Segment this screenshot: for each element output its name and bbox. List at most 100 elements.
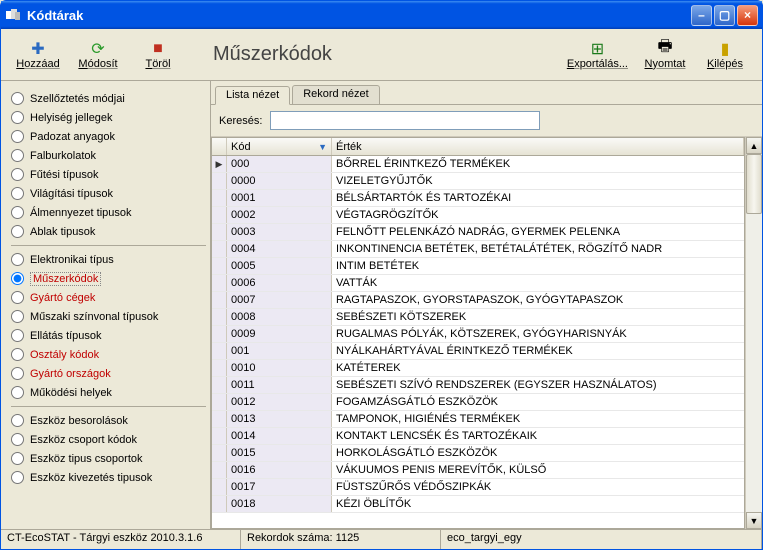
radio-input[interactable] [11,187,24,200]
column-header-kod[interactable]: Kód ▼ [227,138,332,155]
cell-kod: 0016 [227,462,332,478]
table-row[interactable]: 0011SEBÉSZETI SZÍVÓ RENDSZEREK (EGYSZER … [212,377,744,394]
maximize-button[interactable]: ▢ [714,5,735,26]
radio-input[interactable] [11,310,24,323]
radio-input[interactable] [11,348,24,361]
table-row[interactable]: 0000VIZELETGYŰJTŐK [212,173,744,190]
table-row[interactable]: 0001BÉLSÁRTARTÓK ÉS TARTOZÉKAI [212,190,744,207]
scroll-track[interactable] [746,154,762,512]
sidebar-item[interactable]: Világítási típusok [11,184,206,203]
sidebar-item[interactable]: Működési helyek [11,383,206,402]
table-row[interactable]: 0002VÉGTAGRÖGZÍTŐK [212,207,744,224]
radio-input[interactable] [11,149,24,162]
search-label: Keresés: [219,115,262,127]
tabs: Lista nézet Rekord nézet [211,81,762,105]
modify-button[interactable]: ⟳ Módosít [75,40,121,70]
export-button[interactable]: ⊞ Exportálás... [567,40,628,70]
cell-ertek: BÉLSÁRTARTÓK ÉS TARTOZÉKAI [332,190,744,206]
radio-input[interactable] [11,92,24,105]
status-app: CT-EcoSTAT - Tárgyi eszköz 2010.3.1.6 [1,530,241,549]
close-button[interactable]: × [737,5,758,26]
row-indicator [212,428,227,444]
table-row[interactable]: 0016VÁKUUMOS PENIS MEREVÍTŐK, KÜLSŐ [212,462,744,479]
sidebar-item-label: Eszköz csoport kódok [30,434,137,446]
add-button[interactable]: ✚ Hozzáad [15,40,61,70]
tab-list-view[interactable]: Lista nézet [215,86,290,105]
cell-kod: 0003 [227,224,332,240]
sidebar-item[interactable]: Eszköz kivezetés tipusok [11,468,206,487]
toolbar: ✚ Hozzáad ⟳ Módosít ■ Töröl Műszerkódok … [1,29,762,81]
tab-record-view[interactable]: Rekord nézet [292,85,379,104]
sidebar-item[interactable]: Falburkolatok [11,146,206,165]
delete-button[interactable]: ■ Töröl [135,40,181,70]
sidebar-item[interactable]: Fűtési típusok [11,165,206,184]
table-row[interactable]: 0010KATÉTEREK [212,360,744,377]
row-indicator [212,224,227,240]
cell-ertek: KATÉTEREK [332,360,744,376]
vertical-scrollbar[interactable]: ▲ ▼ [745,137,762,529]
cell-kod: 0004 [227,241,332,257]
radio-input[interactable] [11,272,24,285]
table-row[interactable]: 0004INKONTINENCIA BETÉTEK, BETÉTALÁTÉTEK… [212,241,744,258]
radio-input[interactable] [11,206,24,219]
sidebar-item[interactable]: Gyártó cégek [11,288,206,307]
sidebar-item-label: Ablak tipusok [30,226,95,238]
radio-input[interactable] [11,386,24,399]
sidebar-item[interactable]: Gyártó országok [11,364,206,383]
search-input[interactable] [270,111,540,130]
search-bar: Keresés: [211,105,762,137]
table-row[interactable]: 0017FÜSTSZŰRŐS VÉDŐSZIPKÁK [212,479,744,496]
table-row[interactable]: 001NYÁLKAHÁRTYÁVAL ÉRINTKEZŐ TERMÉKEK [212,343,744,360]
sidebar-item[interactable]: Ablak tipusok [11,222,206,241]
table-row[interactable]: 0007RAGTAPASZOK, GYORSTAPASZOK, GYÓGYTAP… [212,292,744,309]
table-row[interactable]: ▶000BŐRREL ÉRINTKEZŐ TERMÉKEK [212,156,744,173]
sidebar-item[interactable]: Osztály kódok [11,345,206,364]
data-grid: Kód ▼ Érték ▶000BŐRREL ÉRINTKEZŐ TERMÉKE… [211,137,745,529]
exit-button[interactable]: ▮ Kilépés [702,40,748,70]
sidebar-item[interactable]: Elektronikai típus [11,250,206,269]
table-row[interactable]: 0015HORKOLÁSGÁTLÓ ESZKÖZÖK [212,445,744,462]
radio-input[interactable] [11,471,24,484]
minimize-button[interactable]: – [691,5,712,26]
table-row[interactable]: 0006VATTÁK [212,275,744,292]
radio-input[interactable] [11,130,24,143]
scroll-up-button[interactable]: ▲ [746,137,762,154]
radio-input[interactable] [11,253,24,266]
radio-input[interactable] [11,225,24,238]
radio-input[interactable] [11,329,24,342]
radio-input[interactable] [11,452,24,465]
table-row[interactable]: 0012FOGAMZÁSGÁTLÓ ESZKÖZÖK [212,394,744,411]
cell-ertek: NYÁLKAHÁRTYÁVAL ÉRINTKEZŐ TERMÉKEK [332,343,744,359]
sidebar-item[interactable]: Álmennyezet tipusok [11,203,206,222]
sidebar-item[interactable]: Ellátás típusok [11,326,206,345]
sidebar-item[interactable]: Műszerkódok [11,269,206,288]
radio-input[interactable] [11,433,24,446]
radio-input[interactable] [11,168,24,181]
radio-input[interactable] [11,414,24,427]
scroll-thumb[interactable] [746,154,762,214]
table-row[interactable]: 0018KÉZI ÖBLÍTŐK [212,496,744,513]
radio-input[interactable] [11,111,24,124]
sidebar-item[interactable]: Szellőztetés módjai [11,89,206,108]
sidebar-item[interactable]: Eszköz csoport kódok [11,430,206,449]
row-indicator [212,445,227,461]
scroll-down-button[interactable]: ▼ [746,512,762,529]
radio-input[interactable] [11,367,24,380]
row-indicator [212,343,227,359]
table-row[interactable]: 0008SEBÉSZETI KÖTSZEREK [212,309,744,326]
table-row[interactable]: 0013TAMPONOK, HIGIÉNÉS TERMÉKEK [212,411,744,428]
sidebar-item[interactable]: Helyiség jellegek [11,108,206,127]
radio-input[interactable] [11,291,24,304]
print-button[interactable]: 🖶 Nyomtat [642,40,688,70]
sidebar-item-label: Fűtési típusok [30,169,98,181]
sidebar-item[interactable]: Eszköz tipus csoportok [11,449,206,468]
sidebar-item[interactable]: Padozat anyagok [11,127,206,146]
table-row[interactable]: 0014KONTAKT LENCSÉK ÉS TARTOZÉKAIK [212,428,744,445]
column-header-ertek[interactable]: Érték [332,138,744,155]
sidebar-item[interactable]: Műszaki színvonal típusok [11,307,206,326]
table-row[interactable]: 0005INTIM BETÉTEK [212,258,744,275]
table-row[interactable]: 0003FELNŐTT PELENKÁZÓ NADRÁG, GYERMEK PE… [212,224,744,241]
refresh-icon: ⟳ [89,40,107,58]
sidebar-item[interactable]: Eszköz besorolások [11,411,206,430]
table-row[interactable]: 0009RUGALMAS PÓLYÁK, KÖTSZEREK, GYÓGYHAR… [212,326,744,343]
